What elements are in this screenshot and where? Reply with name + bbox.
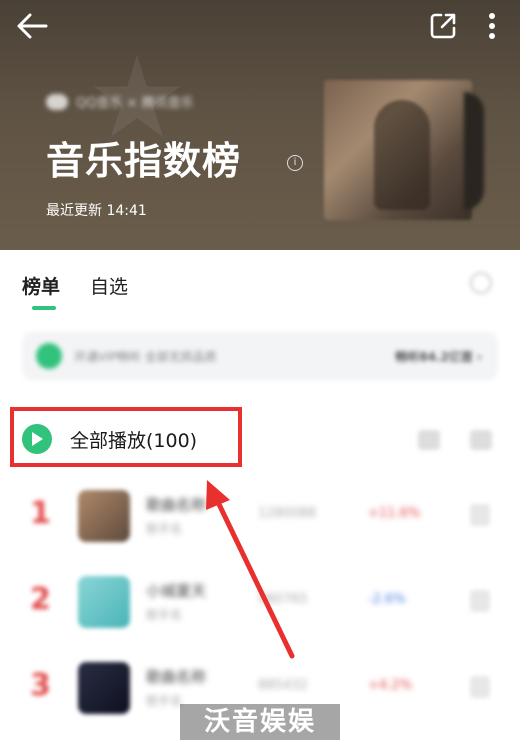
brand-text: QQ音乐 × 腾讯音乐 [76, 96, 194, 111]
vip-banner-text: 开通VIP畅听 全部无损品质 [74, 349, 217, 364]
vip-promo-banner[interactable]: 开通VIP畅听 全部无损品质 畅听84.2亿首 › [22, 332, 498, 380]
song-more-icon[interactable] [470, 676, 490, 698]
song-title: 歌曲名称 [146, 668, 207, 686]
song-index-change: +4.2% [368, 678, 412, 693]
song-index-change: +11.6% [368, 506, 421, 521]
highlight-annotation-box [10, 407, 242, 467]
multi-select-icon[interactable] [470, 430, 492, 450]
song-index-change: -2.6% [368, 592, 406, 607]
tab-chart[interactable]: 榜单 [22, 272, 60, 299]
song-cover-thumbnail [78, 490, 130, 542]
song-row[interactable]: 1 歌曲名称 歌手名 1280088 +11.6% [0, 490, 520, 574]
song-artist: 歌手名 [146, 608, 183, 622]
last-updated-label: 最近更新 14:41 [46, 203, 147, 219]
chart-brand: QQ音乐 × 腾讯音乐 [46, 92, 194, 111]
song-index-value: 885432 [258, 678, 308, 693]
active-tab-indicator [32, 306, 56, 310]
share-icon[interactable] [425, 8, 461, 44]
tab-custom[interactable]: 自选 [90, 272, 128, 299]
watermark-text: 沃音娱娱 [180, 704, 340, 740]
cover-figure [374, 100, 430, 210]
chart-header: QQ音乐 × 腾讯音乐 音乐指数榜 i 最近更新 14:41 [0, 0, 520, 252]
back-icon[interactable] [12, 8, 52, 44]
song-artist: 歌手名 [146, 694, 183, 708]
song-cover-thumbnail [78, 576, 130, 628]
page-title: 音乐指数榜 [46, 139, 242, 183]
song-rank: 2 [30, 582, 51, 617]
search-icon[interactable] [470, 272, 492, 294]
song-rank: 1 [30, 496, 51, 531]
song-artist: 歌手名 [146, 522, 183, 536]
song-index-value: 1280088 [258, 506, 316, 521]
chart-cover-image [324, 80, 472, 220]
song-more-icon[interactable] [470, 590, 490, 612]
song-title: 小城夏天 [146, 582, 207, 600]
cover-vinyl-edge [464, 92, 484, 210]
song-row[interactable]: 2 小城夏天 歌手名 980765 -2.6% [0, 576, 520, 660]
vip-icon [36, 343, 62, 369]
brand-logo-icon [46, 93, 68, 110]
song-more-icon[interactable] [470, 504, 490, 526]
song-title: 歌曲名称 [146, 496, 207, 514]
vip-banner-action[interactable]: 畅听84.2亿首 › [395, 348, 482, 365]
song-rank: 3 [30, 668, 51, 703]
song-index-value: 980765 [258, 592, 308, 607]
download-icon[interactable] [418, 430, 440, 450]
more-vertical-icon[interactable] [478, 8, 506, 44]
song-cover-thumbnail [78, 662, 130, 714]
info-icon[interactable]: i [287, 155, 303, 171]
